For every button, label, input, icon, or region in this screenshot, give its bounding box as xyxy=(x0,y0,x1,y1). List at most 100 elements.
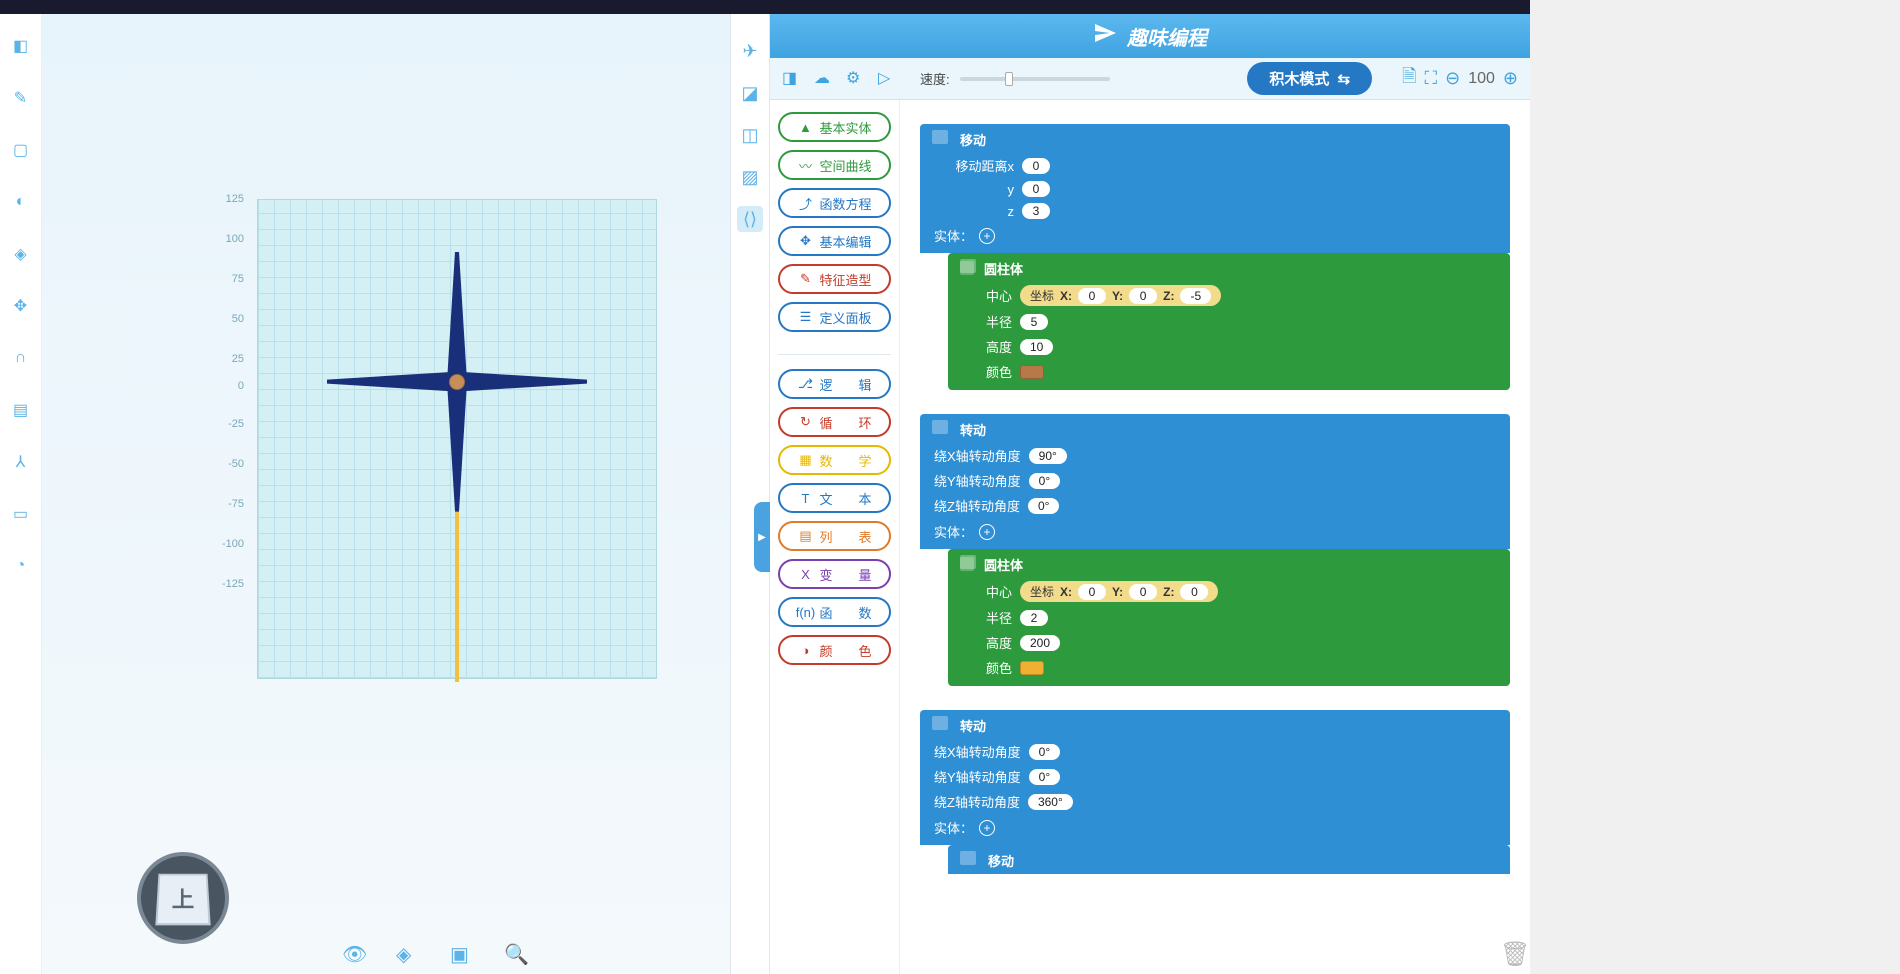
rot1-ry[interactable]: 0° xyxy=(1029,473,1060,489)
paint-view-icon[interactable]: ▣ xyxy=(450,942,474,966)
blocks-icon[interactable]: ◨ xyxy=(782,68,804,90)
block-workspace[interactable]: 移动 移动距离x0 y0 z3 实体：+ 圆柱体 中心 坐标 X:0 xyxy=(900,100,1530,974)
add-entity-icon[interactable]: + xyxy=(979,820,995,836)
tool-move-icon[interactable]: ✥ xyxy=(9,294,33,318)
category-颜 色[interactable]: ◑颜 色 xyxy=(778,635,891,665)
category-icon: ▲ xyxy=(797,119,813,135)
view-cube-top-label: 上 xyxy=(155,874,210,926)
cylinder-block-2[interactable]: 圆柱体 中心 坐标 X:0 Y:0 Z:0 半径2 高度200 xyxy=(948,549,1510,686)
category-函 数[interactable]: f(n)函 数 xyxy=(778,597,891,627)
send-icon[interactable]: ✈ xyxy=(737,38,763,64)
rotate-block-1[interactable]: 转动 绕X轴转动角度90° 绕Y轴转动角度0° 绕Z轴转动角度0° 实体：+ 圆… xyxy=(920,414,1510,686)
tool-stack-icon[interactable]: ▤ xyxy=(9,398,33,422)
category-数 学[interactable]: ▦数 学 xyxy=(778,445,891,475)
cube-view-icon[interactable]: ◈ xyxy=(396,942,420,966)
visibility-icon[interactable]: 👁 xyxy=(342,942,366,966)
category-icon: ▦ xyxy=(797,452,813,468)
rot1-rz[interactable]: 0° xyxy=(1028,498,1059,514)
rotate-small-icon[interactable]: ▨ xyxy=(737,164,763,190)
coding-title-text: 趣味编程 xyxy=(1127,22,1207,51)
view-orientation-cube[interactable]: 上 xyxy=(137,852,229,944)
play-icon[interactable]: ▷ xyxy=(878,68,900,90)
cyl1-color[interactable] xyxy=(1020,365,1044,379)
zoom-in-icon[interactable]: ⊕ xyxy=(1503,68,1518,89)
coding-panel: 趣味编程 ◨ ☁ ⚙ ▷ 速度: 积木模式 ⇆ 🗎 ⛶ ⊖ 100 ⊕ xyxy=(770,14,1530,974)
category-icon: 〰 xyxy=(797,157,813,173)
move1-entity-label: 实体： xyxy=(934,226,973,245)
category-icon: f(n) xyxy=(797,604,813,620)
category-icon: ⎇ xyxy=(797,376,813,392)
tool-magnet-icon[interactable]: ∩ xyxy=(9,346,33,370)
panel-collapse-handle[interactable]: ▶ xyxy=(754,502,770,572)
swap-icon: ⇆ xyxy=(1337,70,1350,88)
rot2-title: 转动 xyxy=(920,710,1510,739)
cyl1-height[interactable]: 10 xyxy=(1020,339,1053,355)
category-定义面板[interactable]: ☰定义面板 xyxy=(778,302,891,332)
category-基本编辑[interactable]: ✥基本编辑 xyxy=(778,226,891,256)
category-icon: ✎ xyxy=(797,271,813,287)
move1-x-value[interactable]: 0 xyxy=(1022,158,1050,174)
tool-cube-icon[interactable]: ◈ xyxy=(9,242,33,266)
nested-move-block[interactable]: 移动 xyxy=(948,845,1510,874)
tool-extra-icon[interactable]: ◔ xyxy=(9,554,33,578)
trash-icon[interactable]: 🗑 xyxy=(1500,940,1524,968)
zoom-controls: 🗎 ⛶ ⊖ 100 ⊕ xyxy=(1402,64,1518,94)
rot2-rx[interactable]: 0° xyxy=(1029,744,1060,760)
cyl1-coord[interactable]: 坐标 X:0 Y:0 Z:-5 xyxy=(1020,285,1221,306)
fullscreen-icon[interactable]: ⛶ xyxy=(1425,68,1438,89)
category-基本实体[interactable]: ▲基本实体 xyxy=(778,112,891,142)
coding-ribbon: ◨ ☁ ⚙ ▷ 速度: 积木模式 ⇆ 🗎 ⛶ ⊖ 100 ⊕ xyxy=(770,58,1530,100)
category-icon: ✥ xyxy=(797,233,813,249)
category-逻 辑[interactable]: ⎇逻 辑 xyxy=(778,369,891,399)
rot2-rz[interactable]: 360° xyxy=(1028,794,1073,810)
category-文 本[interactable]: T文 本 xyxy=(778,483,891,513)
add-entity-icon[interactable]: + xyxy=(979,524,995,540)
cloud-icon[interactable]: ☁ xyxy=(814,68,836,90)
speed-slider[interactable] xyxy=(960,77,1110,81)
rot2-ry[interactable]: 0° xyxy=(1029,769,1060,785)
tool-axis-icon[interactable]: ⅄ xyxy=(9,450,33,474)
category-空间曲线[interactable]: 〰空间曲线 xyxy=(778,150,891,180)
cyl2-radius[interactable]: 2 xyxy=(1020,610,1048,626)
move1-x-label: 移动距离x xyxy=(934,156,1014,175)
rot1-rx[interactable]: 90° xyxy=(1029,448,1067,464)
cube-small-icon[interactable]: ◪ xyxy=(737,80,763,106)
block-categories: ▲基本实体〰空间曲线 ⤴函数方程 ✥基本编辑 ✎特征造型 ☰定义面板 ⎇逻 辑 ↻循 环 ▦… xyxy=(770,100,900,974)
category-循 环[interactable]: ↻循 环 xyxy=(778,407,891,437)
tool-palette-icon[interactable]: ◐ xyxy=(9,190,33,214)
move1-y-value[interactable]: 0 xyxy=(1022,181,1050,197)
rotate-block-2[interactable]: 转动 绕X轴转动角度0° 绕Y轴转动角度0° 绕Z轴转动角度360° 实体：+ … xyxy=(920,710,1510,874)
category-变 量[interactable]: X变 量 xyxy=(778,559,891,589)
category-特征造型[interactable]: ✎特征造型 xyxy=(778,264,891,294)
cyl2-height[interactable]: 200 xyxy=(1020,635,1060,651)
category-函数方程[interactable]: ⤴函数方程 xyxy=(778,188,891,218)
save-page-icon[interactable]: 🗎 xyxy=(1402,64,1416,94)
category-icon: X xyxy=(797,566,813,582)
cyl2-color[interactable] xyxy=(1020,661,1044,675)
rot1-title: 转动 xyxy=(920,414,1510,443)
tool-ruler-icon[interactable]: ▭ xyxy=(9,502,33,526)
settings-icon[interactable]: ⚙ xyxy=(846,68,868,90)
tool-note-icon[interactable]: ▢ xyxy=(9,138,33,162)
code-view-icon[interactable]: ⟨⟩ xyxy=(737,206,763,232)
title-bar xyxy=(0,0,1530,14)
viewport-bottom-tools: 👁 ◈ ▣ 🔍 xyxy=(342,942,528,966)
puzzle-icon[interactable]: ◫ xyxy=(737,122,763,148)
category-icon: ↻ xyxy=(797,414,813,430)
cylinder-block-1[interactable]: 圆柱体 中心 坐标 X:0 Y:0 Z:-5 半径5 高度10 xyxy=(948,253,1510,390)
add-entity-icon[interactable]: + xyxy=(979,228,995,244)
category-icon: ⤴ xyxy=(797,195,813,211)
zoom-out-icon[interactable]: ⊖ xyxy=(1445,68,1460,89)
mode-switch-button[interactable]: 积木模式 ⇆ xyxy=(1247,62,1372,95)
viewport[interactable]: 125 100 75 50 25 0 -25 -50 -75 -100 -125… xyxy=(42,14,730,974)
zoom-search-icon[interactable]: 🔍 xyxy=(504,942,528,966)
cyl1-radius[interactable]: 5 xyxy=(1020,314,1048,330)
cyl2-coord[interactable]: 坐标 X:0 Y:0 Z:0 xyxy=(1020,581,1218,602)
tool-brush-icon[interactable]: ✎ xyxy=(9,86,33,110)
move-block-1[interactable]: 移动 移动距离x0 y0 z3 实体：+ 圆柱体 中心 坐标 X:0 xyxy=(920,124,1510,390)
tool-shape-icon[interactable]: ◧ xyxy=(9,34,33,58)
cyl1-title: 圆柱体 xyxy=(948,253,1510,282)
move1-z-value[interactable]: 3 xyxy=(1022,203,1050,219)
category-icon: ◑ xyxy=(797,642,813,658)
category-列 表[interactable]: ▤列 表 xyxy=(778,521,891,551)
